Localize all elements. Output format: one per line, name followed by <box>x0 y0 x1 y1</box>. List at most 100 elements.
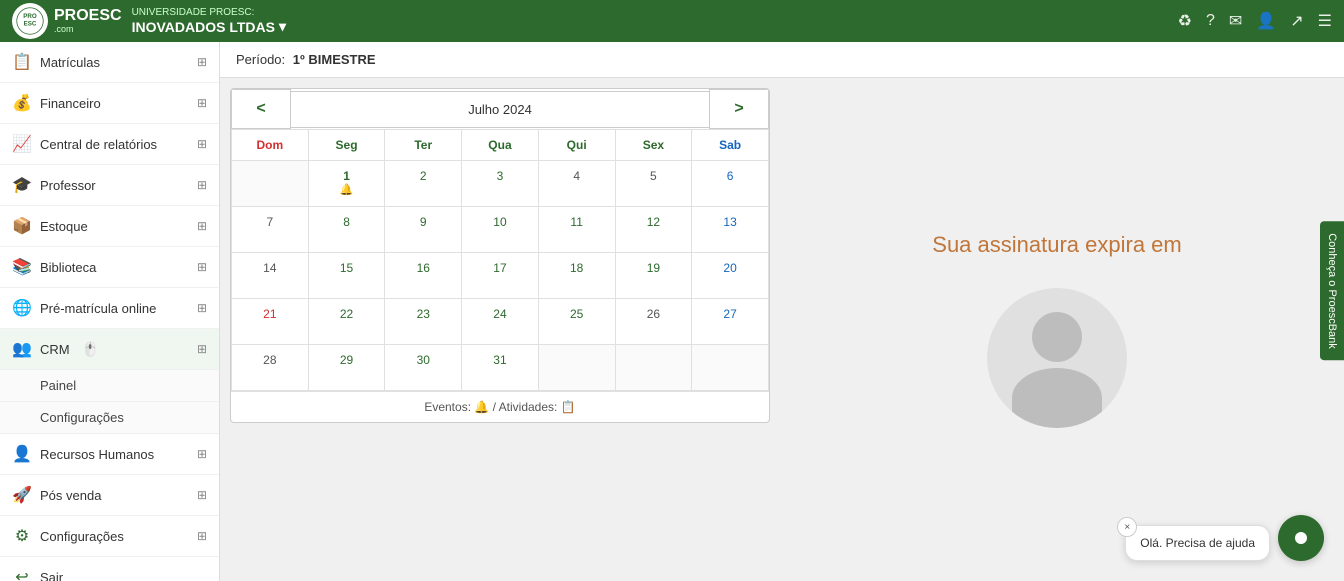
org-name[interactable]: INOVADADOS LTDAS ▾ <box>132 18 286 35</box>
day-header-qui: Qui <box>538 130 615 161</box>
cal-day-21[interactable]: 21 <box>232 299 309 345</box>
sidebar-label-financeiro: Financeiro <box>40 96 101 111</box>
sidebar-item-professor[interactable]: 🎓 Professor ⊞ <box>0 165 219 206</box>
table-row: 7 8 9 10 11 12 13 <box>232 207 769 253</box>
cal-day-10[interactable]: 10 <box>462 207 539 253</box>
sidebar-label-sair: Sair <box>40 570 63 581</box>
period-bar: Período: 1º BIMESTRE <box>220 42 1344 78</box>
logo: PRO ESC PROESC .com <box>12 3 122 39</box>
cal-day-empty3 <box>615 345 692 391</box>
cal-day-17[interactable]: 17 <box>462 253 539 299</box>
cal-day-6[interactable]: 6 <box>692 161 769 207</box>
sidebar-item-configuracoes-crm[interactable]: Configurações <box>0 402 219 434</box>
sidebar-item-rh[interactable]: 👤 Recursos Humanos ⊞ <box>0 434 219 475</box>
cal-day-9[interactable]: 9 <box>385 207 462 253</box>
cal-day-15[interactable]: 15 <box>308 253 385 299</box>
right-panel: Sua assinatura expira em <box>780 88 1334 571</box>
logo-text: PROESC .com <box>54 8 122 34</box>
expand-icon-estoque: ⊞ <box>197 219 207 233</box>
estoque-icon: 📦 <box>12 216 32 236</box>
cal-day-20[interactable]: 20 <box>692 253 769 299</box>
cal-day-1[interactable]: 1🔔 <box>308 161 385 207</box>
expand-icon-crm: ⊞ <box>197 342 207 356</box>
chat-bubble-container: × Olá. Precisa de ajuda <box>1125 525 1270 561</box>
sidebar-label-rh: Recursos Humanos <box>40 447 154 462</box>
sidebar-item-sair[interactable]: ↩ Sair <box>0 557 219 581</box>
menu-icon[interactable]: ☰ <box>1318 11 1332 31</box>
topbar-icons: ♻ ? ✉ 👤 ↗ ☰ <box>1178 11 1332 31</box>
cal-day-12[interactable]: 12 <box>615 207 692 253</box>
sidebar: 📋 Matrículas ⊞ 💰 Financeiro ⊞ 📈 Central … <box>0 42 220 581</box>
recycle-icon[interactable]: ♻ <box>1178 11 1192 31</box>
calendar-prev-button[interactable]: < <box>231 89 291 129</box>
sidebar-item-pre-matricula[interactable]: 🌐 Pré-matrícula online ⊞ <box>0 288 219 329</box>
sidebar-item-relatorios[interactable]: 📈 Central de relatórios ⊞ <box>0 124 219 165</box>
sidebar-item-crm[interactable]: 👥 CRM 🖱️ ⊞ <box>0 329 219 370</box>
crm-icon: 👥 <box>12 339 32 359</box>
cal-day-13[interactable]: 13 <box>692 207 769 253</box>
proesc-bank-tab[interactable]: Conheça o ProescBank <box>1320 221 1344 361</box>
cal-day-7[interactable]: 7 <box>232 207 309 253</box>
cal-day-27[interactable]: 27 <box>692 299 769 345</box>
matriculas-icon: 📋 <box>12 52 32 72</box>
cal-day-30[interactable]: 30 <box>385 345 462 391</box>
content: Período: 1º BIMESTRE < Julho 2024 > Dom <box>220 42 1344 581</box>
expand-icon-biblioteca: ⊞ <box>197 260 207 274</box>
activities-label: / Atividades: <box>493 400 558 414</box>
expand-icon-relatorios: ⊞ <box>197 137 207 151</box>
cal-day-18[interactable]: 18 <box>538 253 615 299</box>
sidebar-item-painel[interactable]: Painel <box>0 370 219 402</box>
cal-day-5[interactable]: 5 <box>615 161 692 207</box>
cal-day-28[interactable]: 28 <box>232 345 309 391</box>
sidebar-label-crm: CRM <box>40 342 70 357</box>
calendar-section: < Julho 2024 > Dom Seg Ter Qua Qui <box>230 88 770 571</box>
external-link-icon[interactable]: ↗ <box>1290 11 1303 31</box>
relatorios-icon: 📈 <box>12 134 32 154</box>
cal-day-16[interactable]: 16 <box>385 253 462 299</box>
cal-day-empty4 <box>692 345 769 391</box>
cal-day-24[interactable]: 24 <box>462 299 539 345</box>
cal-day-3[interactable]: 3 <box>462 161 539 207</box>
avatar-body <box>1012 368 1102 428</box>
sidebar-label-estoque: Estoque <box>40 219 88 234</box>
calendar-grid: Dom Seg Ter Qua Qui Sex Sab <box>231 129 769 391</box>
cal-day-29[interactable]: 29 <box>308 345 385 391</box>
cal-day-26[interactable]: 26 <box>615 299 692 345</box>
cal-day-2[interactable]: 2 <box>385 161 462 207</box>
sidebar-item-estoque[interactable]: 📦 Estoque ⊞ <box>0 206 219 247</box>
sidebar-label-biblioteca: Biblioteca <box>40 260 96 275</box>
sidebar-item-financeiro[interactable]: 💰 Financeiro ⊞ <box>0 83 219 124</box>
chat-dot-icon <box>1295 532 1307 544</box>
content-body: < Julho 2024 > Dom Seg Ter Qua Qui <box>220 78 1344 581</box>
cal-day-empty <box>232 161 309 207</box>
sidebar-label-configuracoes-crm: Configurações <box>40 410 124 425</box>
user-icon[interactable]: 👤 <box>1256 11 1276 31</box>
table-row: 28 29 30 31 <box>232 345 769 391</box>
calendar-next-button[interactable]: > <box>709 89 769 129</box>
chat-bubble: Olá. Precisa de ajuda <box>1125 525 1270 561</box>
calendar-title: Julho 2024 <box>291 91 709 128</box>
sidebar-item-matriculas[interactable]: 📋 Matrículas ⊞ <box>0 42 219 83</box>
sidebar-item-biblioteca[interactable]: 📚 Biblioteca ⊞ <box>0 247 219 288</box>
cal-day-23[interactable]: 23 <box>385 299 462 345</box>
cal-day-4[interactable]: 4 <box>538 161 615 207</box>
day-header-sab: Sab <box>692 130 769 161</box>
cal-day-22[interactable]: 22 <box>308 299 385 345</box>
topbar: PRO ESC PROESC .com UNIVERSIDADE PROESC:… <box>0 0 1344 42</box>
cal-day-25[interactable]: 25 <box>538 299 615 345</box>
activities-icon: 📋 <box>561 400 576 414</box>
sidebar-item-pos-venda[interactable]: 🚀 Pós venda ⊞ <box>0 475 219 516</box>
expand-icon-pre-matricula: ⊞ <box>197 301 207 315</box>
cal-day-31[interactable]: 31 <box>462 345 539 391</box>
pos-venda-icon: 🚀 <box>12 485 32 505</box>
mail-icon[interactable]: ✉ <box>1229 11 1242 31</box>
expand-icon-financeiro: ⊞ <box>197 96 207 110</box>
sidebar-item-configuracoes[interactable]: ⚙ Configurações ⊞ <box>0 516 219 557</box>
cal-day-14[interactable]: 14 <box>232 253 309 299</box>
help-icon[interactable]: ? <box>1206 12 1215 30</box>
cal-day-8[interactable]: 8 <box>308 207 385 253</box>
configuracoes-icon: ⚙ <box>12 526 32 546</box>
cal-day-19[interactable]: 19 <box>615 253 692 299</box>
cal-day-11[interactable]: 11 <box>538 207 615 253</box>
chat-open-button[interactable] <box>1278 515 1324 561</box>
